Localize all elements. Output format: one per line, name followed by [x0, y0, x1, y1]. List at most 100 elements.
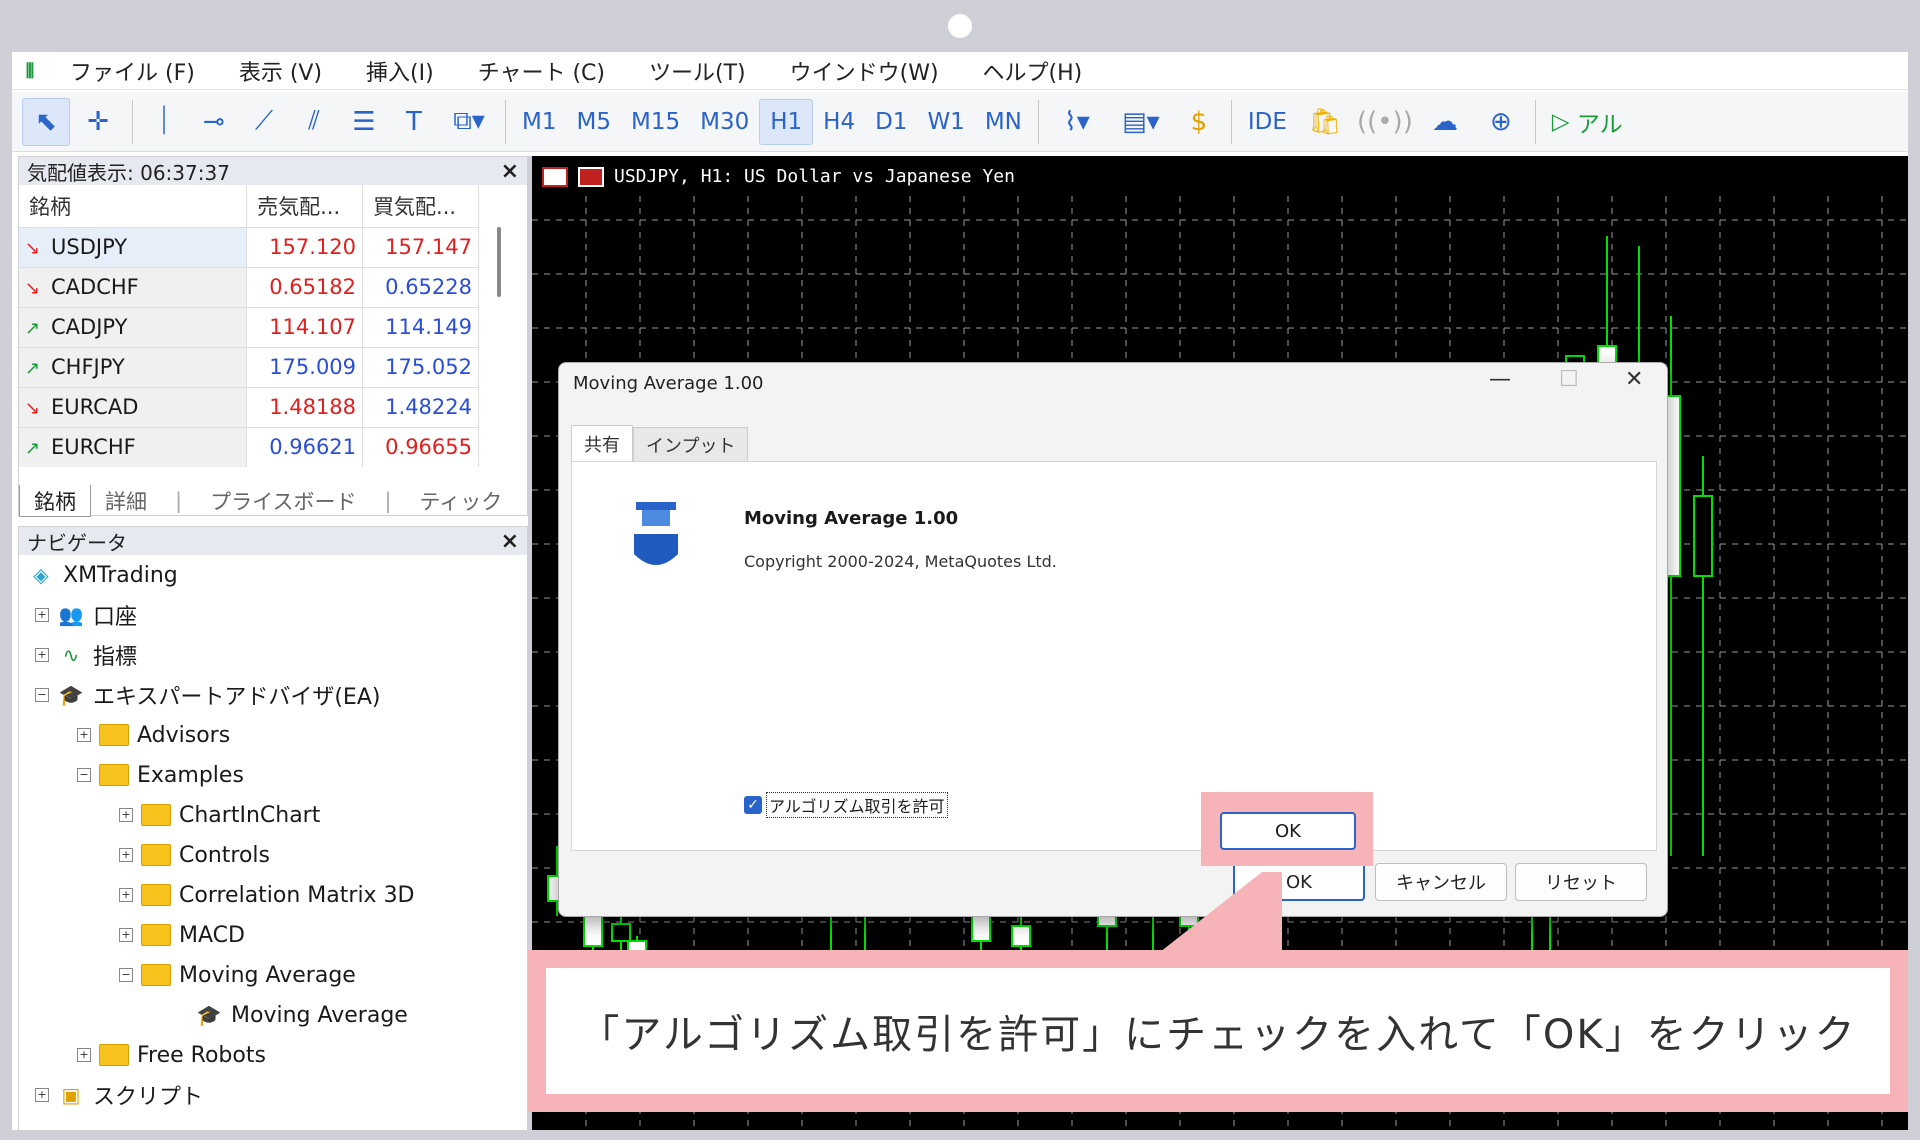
ok-button[interactable]: OK — [1233, 863, 1365, 901]
timeframe-m15[interactable]: M15 — [621, 99, 690, 145]
collapse-icon[interactable]: − — [119, 968, 133, 982]
signal-broadcast-icon[interactable]: ((•)) — [1353, 98, 1417, 146]
tree-item-moving-average-ea[interactable]: 🎓 Moving Average — [195, 997, 408, 1033]
algo-trading-checkbox-row[interactable]: ✓ アルゴリズム取引を許可 — [744, 792, 948, 818]
cancel-button[interactable]: キャンセル — [1375, 863, 1507, 901]
expand-icon[interactable]: + — [77, 728, 91, 742]
maximize-icon[interactable]: ☐ — [1559, 367, 1579, 392]
cursor-tool-icon[interactable]: ⬉ — [22, 97, 70, 146]
timeframe-w1[interactable]: W1 — [917, 99, 974, 145]
tree-item-controls[interactable]: + Controls — [119, 837, 270, 873]
symbol-name: CHFJPY — [51, 355, 125, 379]
trading-dollar-icon[interactable]: $ — [1173, 98, 1225, 146]
fibonacci-icon[interactable]: ☰ — [339, 98, 389, 146]
indicators-menu-icon[interactable]: ▤▾ — [1109, 98, 1173, 146]
tree-root[interactable]: ◈ XMTrading — [27, 557, 177, 593]
tab-details[interactable]: 詳細 — [91, 486, 161, 516]
minimize-icon[interactable]: — — [1489, 367, 1511, 392]
timeframe-d1[interactable]: D1 — [865, 99, 917, 145]
timeframe-m5[interactable]: M5 — [566, 99, 620, 145]
menu-window[interactable]: ウインドウ(W) — [768, 55, 961, 87]
crosshair-tool-icon[interactable]: ✛ — [70, 98, 126, 146]
tree-label: Advisors — [137, 722, 231, 748]
tree-label: Examples — [137, 762, 244, 788]
ok-button-highlighted[interactable]: OK — [1220, 812, 1356, 850]
tab-common[interactable]: 共有 — [571, 425, 633, 461]
tab-price-board[interactable]: プライスボード — [196, 486, 370, 516]
tree-item-indicators[interactable]: + ∿ 指標 — [35, 637, 137, 673]
close-icon[interactable]: × — [501, 159, 519, 184]
menu-view[interactable]: 表示 (V) — [217, 55, 344, 87]
expand-icon[interactable]: + — [119, 848, 133, 862]
expand-icon[interactable]: + — [77, 1048, 91, 1062]
trendline-icon[interactable]: ⟋ — [239, 98, 289, 146]
add-globe-icon[interactable]: ⊕ — [1473, 98, 1529, 146]
menu-charts[interactable]: チャート (C) — [456, 55, 627, 87]
timeframe-mn[interactable]: MN — [975, 99, 1032, 145]
tree-item-correlation[interactable]: + Correlation Matrix 3D — [119, 877, 415, 913]
algo-trading-button[interactable]: ▷ アル — [1542, 99, 1633, 145]
market-bag-icon[interactable]: 🛍 — [1297, 98, 1353, 146]
tree-item-macd[interactable]: + MACD — [119, 917, 245, 953]
tree-item-accounts[interactable]: + 👥 口座 — [35, 597, 137, 633]
reset-button[interactable]: リセット — [1515, 863, 1647, 901]
timeframe-h1[interactable]: H1 — [759, 98, 814, 145]
tree-item-free-robots[interactable]: + Free Robots — [77, 1037, 266, 1073]
candle-body — [1693, 495, 1713, 577]
close-icon[interactable]: ✕ — [1625, 367, 1643, 392]
equidistant-channel-icon[interactable]: ⫽ — [289, 98, 339, 146]
expand-icon[interactable]: + — [35, 648, 49, 662]
menu-tools[interactable]: ツール(T) — [627, 55, 768, 87]
chart-menu-icon[interactable] — [578, 166, 604, 187]
column-symbol[interactable]: 銘柄 — [19, 185, 248, 227]
timeframe-m1[interactable]: M1 — [512, 99, 566, 145]
tree-item-scripts[interactable]: + ▣ スクリプト — [35, 1077, 203, 1113]
vps-cloud-icon[interactable]: ☁ — [1417, 98, 1473, 146]
chart-type-icon[interactable]: ⌇▾ — [1045, 98, 1109, 146]
tab-ticks[interactable]: ティック — [406, 486, 517, 516]
timeframe-h4[interactable]: H4 — [813, 99, 865, 145]
tree-item-moving-average-folder[interactable]: − Moving Average — [119, 957, 356, 993]
expand-icon[interactable]: + — [119, 888, 133, 902]
table-row[interactable]: ↗ CADJPY 114.107 114.149 — [19, 306, 479, 347]
table-row[interactable]: ↗ EURCHF 0.96621 0.96655 — [19, 426, 479, 467]
tab-symbols[interactable]: 銘柄 — [19, 485, 91, 517]
bid-cell: 175.009 — [246, 346, 364, 387]
tree-item-examples[interactable]: − Examples — [77, 757, 244, 793]
timeframe-m30[interactable]: M30 — [690, 99, 759, 145]
collapse-icon[interactable]: − — [77, 768, 91, 782]
app-logo-icon: ⫴ — [25, 58, 35, 83]
collapse-icon[interactable]: − — [35, 688, 49, 702]
expand-icon[interactable]: + — [35, 608, 49, 622]
tree-item-advisors[interactable]: + Advisors — [77, 717, 230, 753]
menu-file[interactable]: ファイル (F) — [48, 55, 217, 87]
menu-help[interactable]: ヘルプ(H) — [961, 55, 1105, 87]
horizontal-line-icon[interactable]: ⊸ — [189, 98, 239, 146]
tree-item-experts[interactable]: − 🎓 エキスパートアドバイザ(EA) — [35, 677, 380, 713]
column-bid[interactable]: 売気配... — [246, 185, 364, 227]
column-ask[interactable]: 買気配... — [362, 185, 479, 227]
vertical-line-icon[interactable]: ⏐ — [139, 98, 189, 146]
folder-icon — [141, 844, 171, 866]
candle-body — [1011, 925, 1031, 947]
expand-icon[interactable]: + — [35, 1088, 49, 1102]
bid-cell: 1.48188 — [246, 386, 364, 427]
expand-icon[interactable]: + — [119, 808, 133, 822]
tab-inputs[interactable]: インプット — [633, 427, 749, 461]
menu-insert[interactable]: 挿入(I) — [344, 55, 456, 87]
text-tool-icon[interactable]: T — [389, 98, 439, 146]
scrollbar-thumb[interactable] — [497, 227, 501, 297]
ide-button[interactable]: IDE — [1238, 99, 1297, 145]
expand-icon[interactable]: + — [119, 928, 133, 942]
table-row[interactable]: ↗ CHFJPY 175.009 175.052 — [19, 346, 479, 387]
checkbox-checked-icon[interactable]: ✓ — [744, 796, 762, 814]
shapes-menu-icon[interactable]: ⧉▾ — [439, 98, 499, 146]
camera-dot — [948, 14, 972, 38]
close-icon[interactable]: × — [501, 529, 519, 554]
table-row[interactable]: ↘ EURCAD 1.48188 1.48224 — [19, 386, 479, 427]
table-row[interactable]: ↘ CADCHF 0.65182 0.65228 — [19, 266, 479, 307]
up-arrow-icon: ↗ — [25, 438, 41, 460]
tree-item-chartinchart[interactable]: + ChartInChart — [119, 797, 320, 833]
dialog-title: Moving Average 1.00 — [573, 373, 764, 394]
table-row[interactable]: ↘ USDJPY 157.120 157.147 — [19, 226, 479, 267]
